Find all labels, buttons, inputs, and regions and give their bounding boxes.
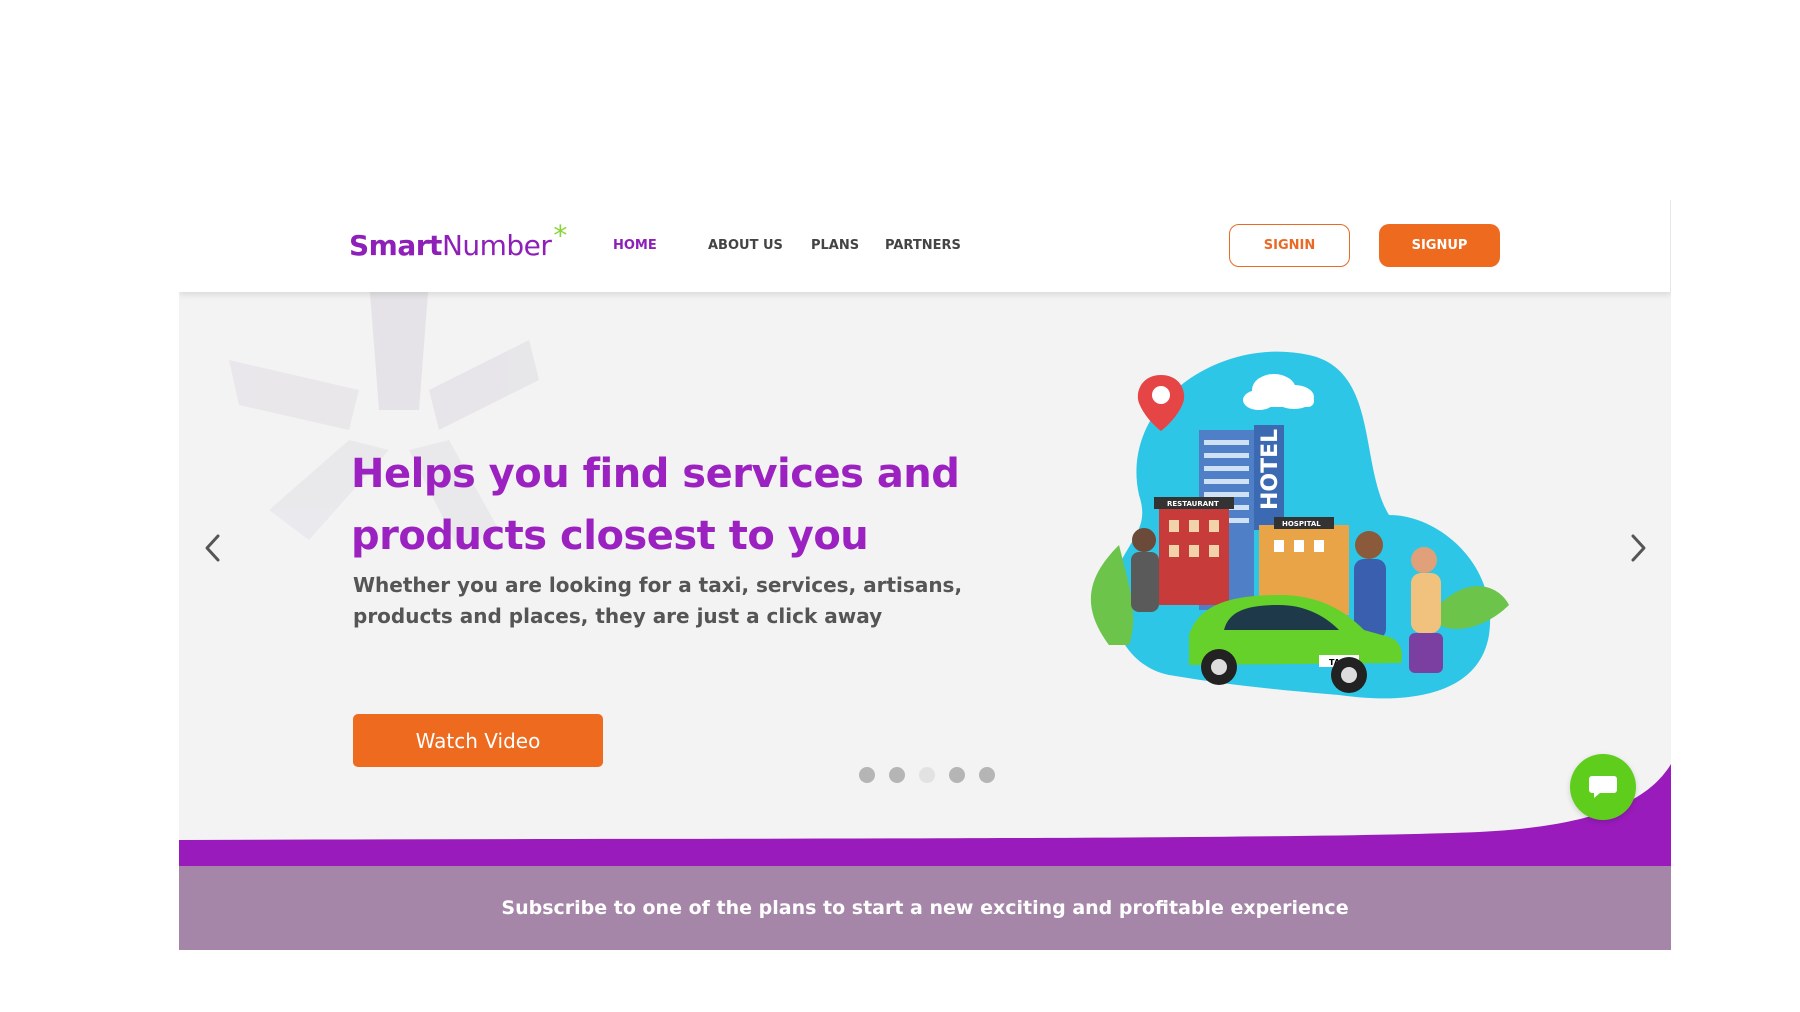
- nav-partners[interactable]: PARTNERS: [885, 238, 961, 253]
- carousel-next-button[interactable]: [1624, 528, 1654, 568]
- brand-logo[interactable]: Smart Number *: [349, 219, 568, 263]
- chat-button[interactable]: [1570, 754, 1636, 820]
- watch-video-button[interactable]: Watch Video: [353, 714, 603, 767]
- hero-title: Helps you find services and products clo…: [351, 451, 960, 559]
- logo-text-smart: Smart: [349, 229, 442, 262]
- signup-button[interactable]: SIGNUP: [1379, 224, 1500, 267]
- signin-button[interactable]: SIGNIN: [1229, 224, 1350, 267]
- logo-text-number: Number: [441, 229, 552, 262]
- carousel-dots: [859, 767, 995, 783]
- hospital-sign: HOSPITAL: [1282, 520, 1321, 528]
- carousel-prev-button[interactable]: [197, 528, 227, 568]
- chevron-left-icon: [205, 534, 220, 562]
- carousel-dot[interactable]: [949, 767, 965, 783]
- subscribe-banner: Subscribe to one of the plans to start a…: [179, 866, 1671, 950]
- nav-about-us[interactable]: ABOUT US: [708, 238, 783, 253]
- hero-subtitle: Whether you are looking for a taxi, serv…: [353, 573, 963, 628]
- chat-bubble-icon: [1589, 776, 1617, 798]
- top-navbar: Smart Number * HOME ABOUT US PLANS PARTN…: [179, 200, 1671, 292]
- logo-asterisk-icon: *: [553, 219, 568, 252]
- hotel-sign: HOTEL: [1258, 429, 1283, 510]
- carousel-dot[interactable]: [859, 767, 875, 783]
- carousel-dot[interactable]: [889, 767, 905, 783]
- nav-plans[interactable]: PLANS: [811, 238, 859, 253]
- chevron-right-icon: [1631, 534, 1646, 562]
- nav-home[interactable]: HOME: [613, 238, 657, 253]
- subscribe-text: Subscribe to one of the plans to start a…: [501, 897, 1349, 919]
- carousel-dot[interactable]: [979, 767, 995, 783]
- city-services-illustration: HOTEL RESTAURANT HOSPITAL TAX: [1090, 351, 1509, 699]
- carousel-dot-active[interactable]: [919, 767, 935, 783]
- restaurant-sign: RESTAURANT: [1167, 500, 1219, 508]
- page-frame: Smart Number * HOME ABOUT US PLANS PARTN…: [179, 200, 1671, 950]
